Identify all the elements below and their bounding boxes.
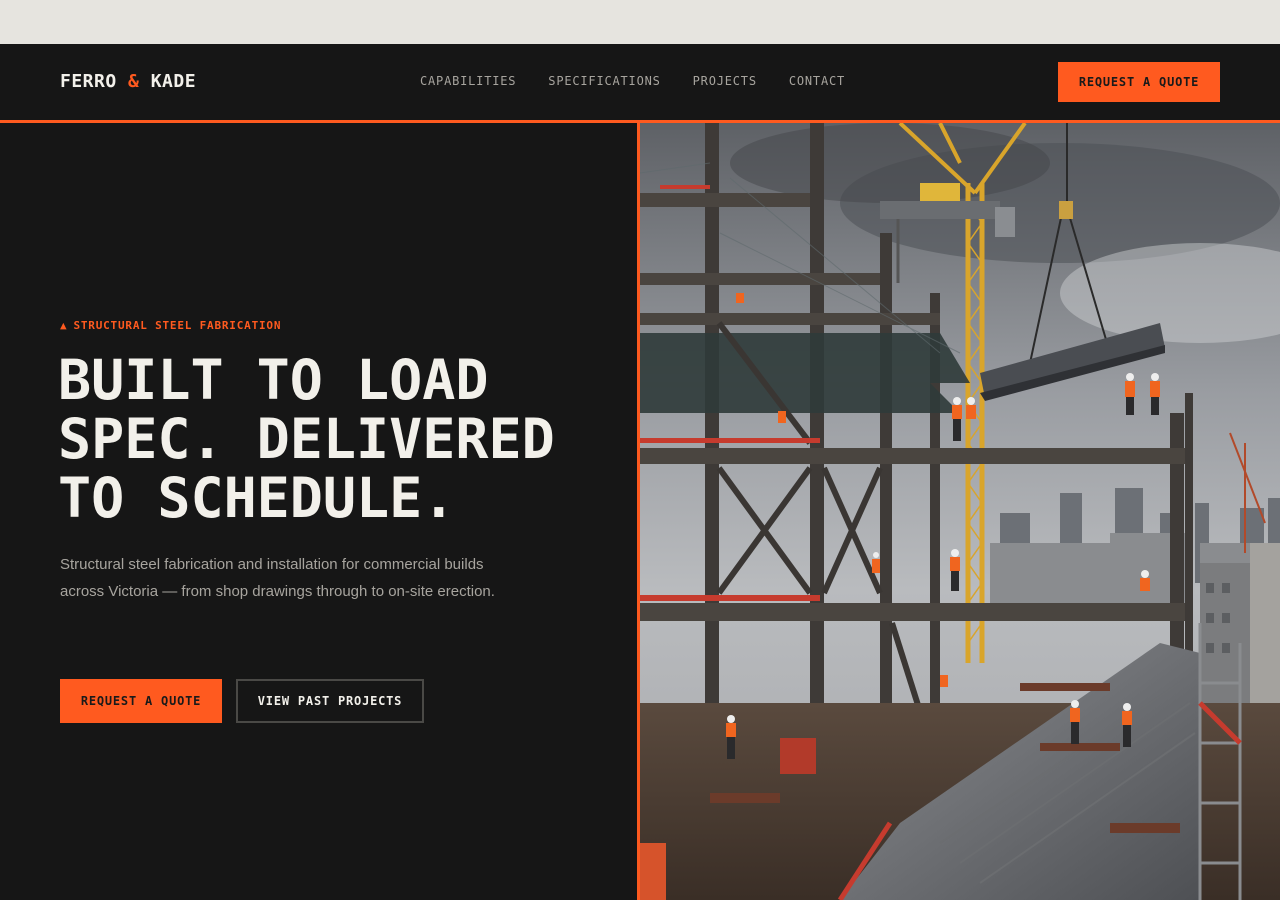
brand-name-right: KADE [150, 71, 197, 92]
hero-description: Structural steel fabrication and install… [60, 556, 495, 600]
brand-logo[interactable]: FERRO & KADE [60, 71, 196, 92]
site-header: FERRO & KADE CAPABILITIES SPECIFICATIONS… [0, 44, 1280, 123]
hero-eyebrow: ▲ STRUCTURAL STEEL FABRICATION [60, 319, 281, 332]
browser-top-strip [0, 0, 1280, 44]
header-request-quote-button[interactable]: REQUEST A QUOTE [1058, 62, 1220, 102]
nav-item-capabilities[interactable]: CAPABILITIES [420, 74, 516, 88]
brand-name-left: FERRO [60, 71, 117, 92]
hero-request-quote-button[interactable]: REQUEST A QUOTE [60, 679, 222, 723]
brand-ampersand: & [128, 71, 140, 92]
nav-item-specifications[interactable]: SPECIFICATIONS [548, 74, 660, 88]
hero-text-panel: ▲ STRUCTURAL STEEL FABRICATION BUILT TO L… [0, 123, 637, 900]
triangle-icon: ▲ [60, 319, 68, 332]
hero-headline: BUILT TO LOAD SPEC. DELIVERED TO SCHEDUL… [58, 351, 618, 528]
nav-item-contact[interactable]: CONTACT [789, 74, 845, 88]
headline-line-3: TO SCHEDULE. [58, 466, 456, 530]
headline-line-2: SPEC. DELIVERED [58, 407, 555, 471]
view-past-projects-button[interactable]: VIEW PAST PROJECTS [236, 679, 424, 723]
hero-eyebrow-label: STRUCTURAL STEEL FABRICATION [73, 319, 282, 332]
main-nav: CAPABILITIES SPECIFICATIONS PROJECTS CON… [420, 74, 845, 88]
nav-item-projects[interactable]: PROJECTS [693, 74, 757, 88]
headline-line-1: BUILT TO LOAD [58, 348, 489, 412]
construction-site-photo [640, 123, 1280, 900]
